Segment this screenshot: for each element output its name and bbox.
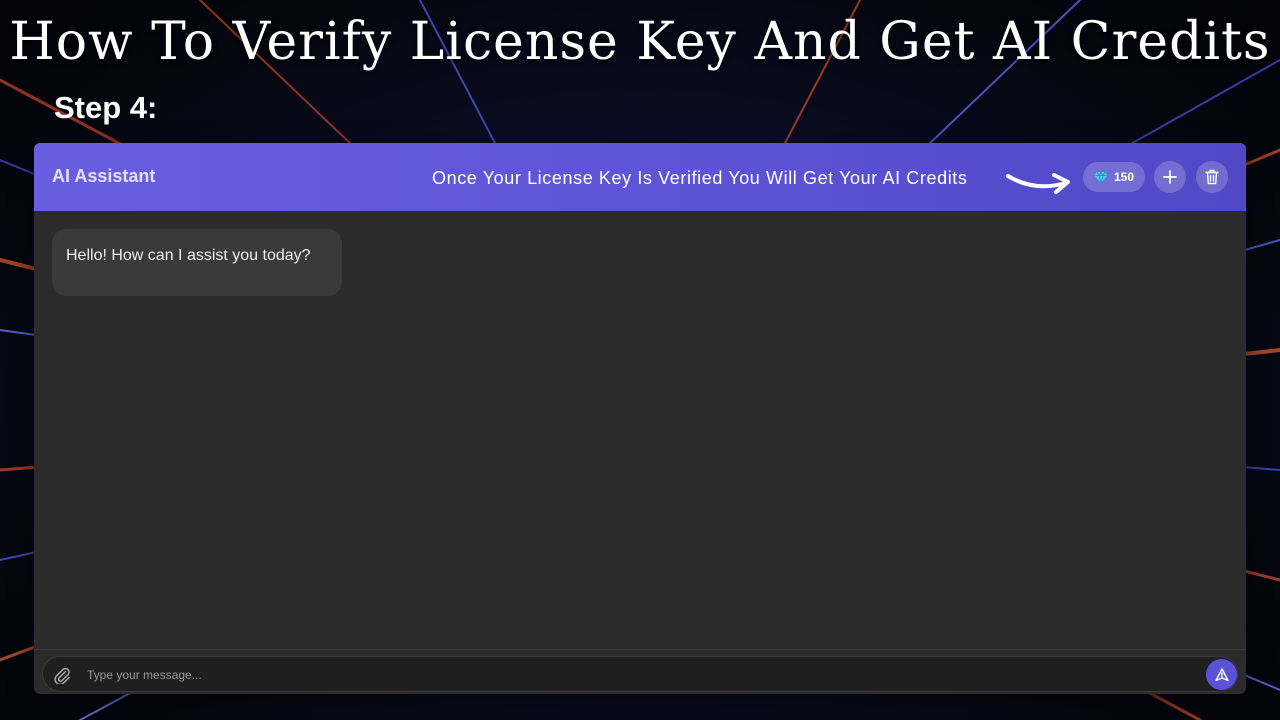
delete-chat-button[interactable] xyxy=(1196,161,1228,193)
arrow-icon xyxy=(1006,173,1070,194)
send-button[interactable] xyxy=(1206,659,1237,690)
composer-divider xyxy=(34,649,1246,650)
step-label: Step 4: xyxy=(54,90,158,125)
chat-messages: Hello! How can I assist you today? xyxy=(34,211,1246,649)
plus-icon xyxy=(1163,170,1177,184)
assistant-message: Hello! How can I assist you today? xyxy=(52,229,342,296)
paperclip-icon xyxy=(54,667,70,684)
gem-icon xyxy=(1094,170,1108,184)
attach-button[interactable] xyxy=(49,662,75,688)
annotation-text: Once Your License Key Is Verified You Wi… xyxy=(432,168,968,188)
message-composer xyxy=(42,656,1238,692)
new-chat-button[interactable] xyxy=(1154,161,1186,193)
credits-count: 150 xyxy=(1113,170,1135,184)
ai-assistant-window: AI Assistant Once Your License Key Is Ve… xyxy=(34,143,1246,694)
credits-badge: 150 xyxy=(1083,162,1145,192)
page-heading: How To Verify License Key And Get AI Cre… xyxy=(9,12,1271,72)
trash-icon xyxy=(1205,169,1219,185)
header-bar: AI Assistant Once Your License Key Is Ve… xyxy=(34,143,1246,211)
send-icon xyxy=(1214,667,1229,681)
message-input[interactable] xyxy=(87,662,1187,688)
app-title: AI Assistant xyxy=(52,166,156,186)
